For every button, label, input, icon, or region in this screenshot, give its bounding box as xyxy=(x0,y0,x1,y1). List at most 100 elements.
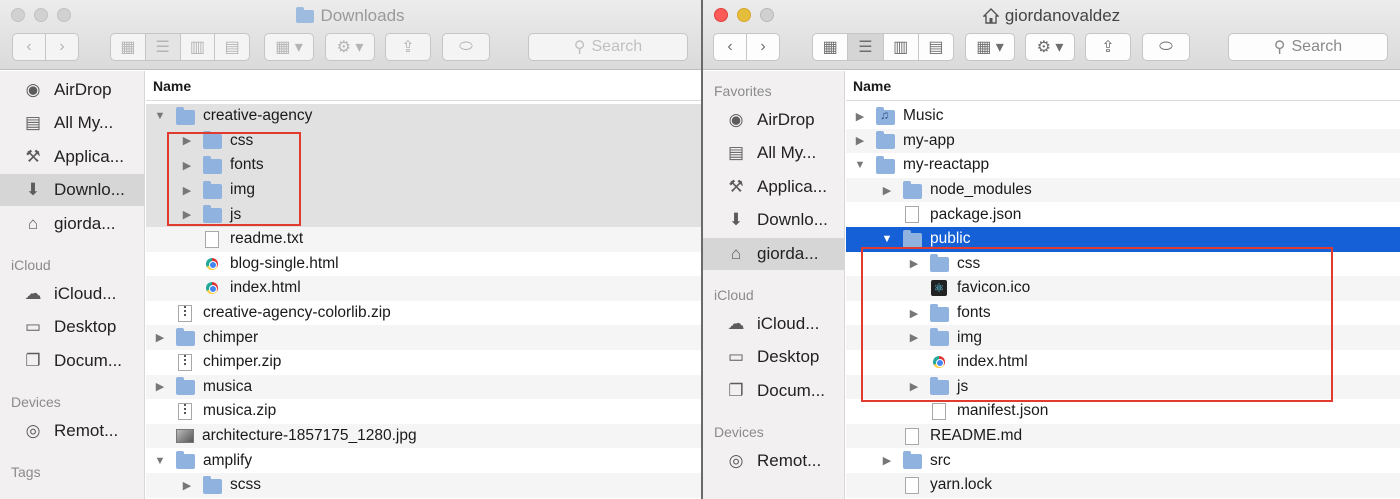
action-button[interactable]: ⚙ ▾ xyxy=(1025,33,1075,61)
file-row[interactable]: ▼ creative-agency xyxy=(146,104,701,129)
file-row[interactable]: readme.txt xyxy=(146,227,701,252)
file-row[interactable]: blog-single.html xyxy=(146,252,701,277)
sidebar-item-documents[interactable]: ❐ Docum... xyxy=(0,345,144,377)
file-row[interactable]: ⚛ favicon.ico xyxy=(846,276,1400,301)
disclosure-collapsed-icon[interactable]: ▶ xyxy=(179,479,195,492)
file-row[interactable]: ▶ chimper xyxy=(146,325,701,350)
sidebar-item-remote-disc[interactable]: ◎ Remot... xyxy=(703,445,844,477)
sidebar-item-documents[interactable]: ❐ Docum... xyxy=(703,375,844,407)
file-row[interactable]: architecture-1857175_1280.jpg xyxy=(146,423,701,449)
share-button[interactable]: ⇪ xyxy=(1085,33,1131,61)
arrange-button[interactable]: ▦ ▾ xyxy=(965,33,1015,61)
title-bar[interactable]: Downloads ‹ › ▦ ☰ ▥ ▤ ▦ ▾ ⚙ ▾ ⇪ ⬭ ⚲ Sear… xyxy=(0,0,701,70)
sidebar-item-downloads[interactable]: ⬇ Downlo... xyxy=(0,174,144,206)
file-row[interactable]: ▶ Music xyxy=(846,104,1400,129)
file-row[interactable]: ▶ musica xyxy=(146,374,701,400)
file-row[interactable]: README.md xyxy=(846,423,1400,449)
file-row[interactable]: ▶ img xyxy=(846,325,1400,350)
column-header-name[interactable]: Name xyxy=(846,71,1400,101)
file-row[interactable]: index.html xyxy=(146,276,701,301)
sidebar-item-applications[interactable]: ⚒ Applica... xyxy=(0,141,144,173)
file-row[interactable]: ▶ fonts xyxy=(146,153,701,178)
file-row[interactable]: ▶ src xyxy=(846,448,1400,473)
file-row[interactable]: ▶ my-app xyxy=(846,128,1400,154)
icon-view-button[interactable]: ▦ xyxy=(813,34,849,60)
forward-button[interactable]: › xyxy=(46,34,78,60)
icon-view-button[interactable]: ▦ xyxy=(111,34,146,60)
file-row[interactable]: musica.zip xyxy=(146,399,701,424)
disclosure-collapsed-icon[interactable]: ▶ xyxy=(152,331,168,344)
file-row[interactable]: ▶ css xyxy=(146,128,701,154)
disclosure-expanded-icon[interactable]: ▼ xyxy=(152,455,168,467)
sidebar-item-all-my-files[interactable]: ▤ All My... xyxy=(703,137,844,169)
share-button[interactable]: ⇪ xyxy=(385,33,431,61)
disclosure-collapsed-icon[interactable]: ▶ xyxy=(852,134,868,147)
file-row[interactable]: ▶ css xyxy=(846,252,1400,277)
sidebar-item-icloud-drive[interactable]: ☁ iCloud... xyxy=(703,308,844,340)
disclosure-collapsed-icon[interactable]: ▶ xyxy=(152,380,168,393)
sidebar-item-desktop[interactable]: ▭ Desktop xyxy=(703,341,844,373)
sidebar-item-home[interactable]: ⌂ giorda... xyxy=(703,238,844,270)
search-field[interactable]: ⚲ Search xyxy=(528,33,688,61)
file-row[interactable]: ▼ public xyxy=(846,227,1400,252)
folder-icon xyxy=(930,254,949,273)
sidebar-item-icloud-drive[interactable]: ☁ iCloud... xyxy=(0,278,144,310)
column-view-button[interactable]: ▥ xyxy=(181,34,216,60)
file-row[interactable]: ▶ js xyxy=(846,374,1400,400)
back-button[interactable]: ‹ xyxy=(714,34,747,60)
column-header-name[interactable]: Name xyxy=(146,71,701,101)
file-row[interactable]: ▶ scss xyxy=(146,473,701,498)
file-name: musica.zip xyxy=(203,402,277,420)
disclosure-expanded-icon[interactable]: ▼ xyxy=(852,159,868,171)
arrange-button[interactable]: ▦ ▾ xyxy=(264,33,314,61)
search-field[interactable]: ⚲ Search xyxy=(1228,33,1388,61)
forward-button[interactable]: › xyxy=(747,34,779,60)
file-row[interactable]: index.html xyxy=(846,350,1400,375)
file-row[interactable]: package.json xyxy=(846,202,1400,227)
disclosure-collapsed-icon[interactable]: ▶ xyxy=(179,134,195,147)
file-row[interactable]: ▶ node_modules xyxy=(846,177,1400,203)
sidebar-item-remote-disc[interactable]: ◎ Remot... xyxy=(0,415,144,447)
sidebar-item-applications[interactable]: ⚒ Applica... xyxy=(703,171,844,203)
sidebar-item-airdrop[interactable]: ◉ AirDrop xyxy=(0,74,144,106)
tags-button[interactable]: ⬭ xyxy=(442,33,490,61)
disclosure-collapsed-icon[interactable]: ▶ xyxy=(906,380,922,393)
disclosure-collapsed-icon[interactable]: ▶ xyxy=(179,159,195,172)
tags-button[interactable]: ⬭ xyxy=(1142,33,1190,61)
file-row[interactable]: manifest.json xyxy=(846,399,1400,424)
action-button[interactable]: ⚙ ▾ xyxy=(325,33,375,61)
disclosure-collapsed-icon[interactable]: ▶ xyxy=(179,208,195,221)
column-view-button[interactable]: ▥ xyxy=(884,34,919,60)
file-row[interactable]: chimper.zip xyxy=(146,350,701,375)
disclosure-expanded-icon[interactable]: ▼ xyxy=(879,233,895,245)
cover-flow-button[interactable]: ▤ xyxy=(919,34,953,60)
disclosure-collapsed-icon[interactable]: ▶ xyxy=(852,110,868,123)
file-row[interactable]: ▶ img xyxy=(146,177,701,203)
file-row[interactable]: yarn.lock xyxy=(846,473,1400,498)
back-button[interactable]: ‹ xyxy=(13,34,46,60)
disclosure-collapsed-icon[interactable]: ▶ xyxy=(906,331,922,344)
file-row[interactable]: creative-agency-colorlib.zip xyxy=(146,301,701,326)
list-view-button[interactable]: ☰ xyxy=(145,34,181,60)
folder-icon xyxy=(203,155,222,174)
sidebar-item-home[interactable]: ⌂ giorda... xyxy=(0,208,144,240)
disclosure-collapsed-icon[interactable]: ▶ xyxy=(906,307,922,320)
file-row[interactable]: ▶ fonts xyxy=(846,301,1400,326)
disclosure-collapsed-icon[interactable]: ▶ xyxy=(879,184,895,197)
disclosure-expanded-icon[interactable]: ▼ xyxy=(152,110,168,122)
sidebar-item-all-my-files[interactable]: ▤ All My... xyxy=(0,107,144,139)
file-row[interactable]: ▼ amplify xyxy=(146,448,701,473)
sidebar-item-desktop[interactable]: ▭ Desktop xyxy=(0,311,144,343)
sidebar-item-downloads[interactable]: ⬇ Downlo... xyxy=(703,204,844,236)
sidebar-item-label: Desktop xyxy=(54,317,117,336)
disclosure-collapsed-icon[interactable]: ▶ xyxy=(906,257,922,270)
disclosure-collapsed-icon[interactable]: ▶ xyxy=(879,454,895,467)
disclosure-collapsed-icon[interactable]: ▶ xyxy=(179,184,195,197)
file-row[interactable]: ▶ js xyxy=(146,202,701,227)
file-row[interactable]: ▼ my-reactapp xyxy=(846,153,1400,178)
list-view-button[interactable]: ☰ xyxy=(848,34,884,60)
cover-flow-button[interactable]: ▤ xyxy=(215,34,249,60)
title-bar[interactable]: giordanovaldez ‹ › ▦ ☰ ▥ ▤ ▦ ▾ ⚙ ▾ ⇪ ⬭ ⚲… xyxy=(703,0,1400,70)
sidebar-item-airdrop[interactable]: ◉ AirDrop xyxy=(703,104,844,136)
folder-icon xyxy=(930,377,949,396)
